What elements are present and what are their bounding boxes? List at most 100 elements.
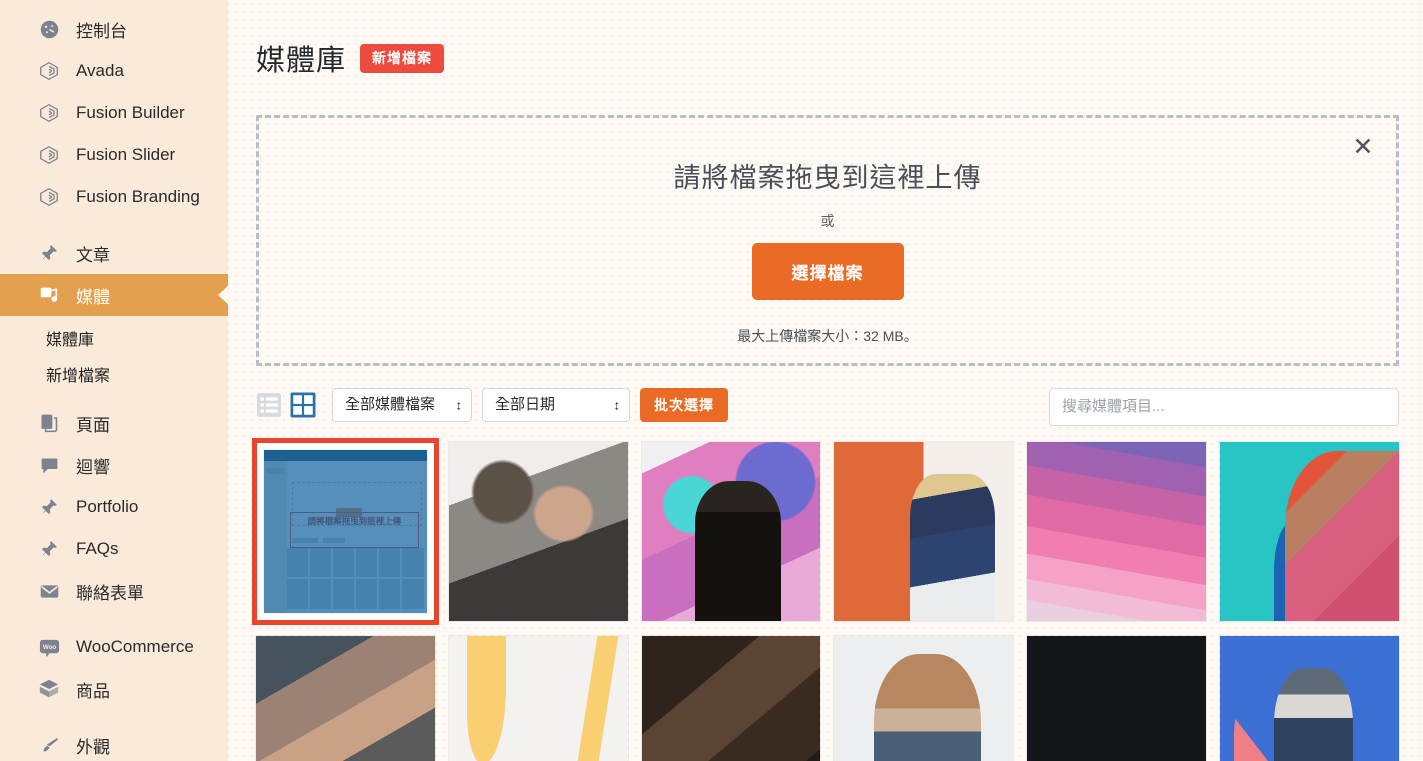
media-item[interactable] [1027, 635, 1207, 761]
page-header: 媒體庫 新增檔案 [256, 0, 1399, 115]
sidebar-divider [0, 218, 228, 232]
photo-art [256, 635, 435, 761]
sidebar-item-media[interactable]: 媒體 [0, 274, 228, 316]
submenu-item-add-new[interactable]: 新增檔案 [0, 356, 228, 392]
sidebar-item-woocommerce[interactable]: Woo WooCommerce [0, 626, 228, 668]
media-item[interactable] [448, 441, 628, 621]
media-item[interactable] [641, 635, 821, 761]
sidebar-item-fusion-slider[interactable]: Fusion Slider [0, 134, 228, 176]
admin-sidebar: 控制台 Avada Fusion Builder Fusion Slider F [0, 0, 228, 761]
photo-art [641, 635, 821, 761]
sidebar-item-fusion-branding[interactable]: Fusion Branding [0, 176, 228, 218]
date-filter-wrap: 全部日期 [482, 387, 630, 422]
svg-text:Woo: Woo [42, 643, 56, 650]
pin-icon [36, 494, 62, 520]
avada-icon [36, 142, 62, 168]
media-thumbnail [641, 635, 821, 761]
media-thumbnail [448, 441, 628, 621]
photo-art [1027, 635, 1207, 761]
pin-icon [36, 536, 62, 562]
sidebar-item-label: Fusion Slider [76, 145, 176, 164]
sidebar-item-contact-form[interactable]: 聯絡表單 [0, 570, 228, 612]
sidebar-item-label: 媒體 [76, 287, 110, 307]
media-item[interactable] [1220, 635, 1399, 761]
sidebar-item-label: FAQs [76, 539, 119, 558]
sidebar-item-label: 商品 [76, 681, 110, 701]
sidebar-item-fusion-builder[interactable]: Fusion Builder [0, 92, 228, 134]
sidebar-item-portfolio[interactable]: Portfolio [0, 486, 228, 528]
media-submenu: 媒體庫 新增檔案 [0, 316, 228, 402]
avada-icon [36, 184, 62, 210]
media-item[interactable] [834, 635, 1014, 761]
sidebar-item-dashboard[interactable]: 控制台 [0, 8, 228, 50]
sidebar-item-appearance[interactable]: 外觀 [0, 724, 228, 761]
pages-icon [36, 410, 62, 436]
comment-icon [36, 452, 62, 478]
bulk-select-button[interactable]: 批次選擇 [640, 387, 728, 422]
search-input[interactable] [1049, 387, 1399, 426]
sidebar-item-pages[interactable]: 頁面 [0, 402, 228, 444]
woo-icon: Woo [36, 634, 62, 660]
media-type-filter[interactable]: 全部媒體檔案 [332, 387, 472, 422]
list-view-icon[interactable] [256, 392, 282, 418]
photo-art [1220, 635, 1399, 761]
media-item[interactable] [1027, 441, 1207, 621]
sidebar-item-label: 聯絡表單 [76, 583, 144, 603]
sidebar-item-label: 迴響 [76, 457, 110, 477]
grid-view-icon[interactable] [290, 392, 316, 418]
media-thumbnail [256, 635, 435, 761]
media-thumbnail: 請將檔案拖曳到這裡上傳 [264, 449, 427, 613]
media-item[interactable] [448, 635, 628, 761]
sidebar-item-label: 文章 [76, 245, 110, 265]
submenu-item-library[interactable]: 媒體庫 [0, 320, 228, 356]
media-thumbnail [448, 635, 628, 761]
media-item[interactable] [1220, 441, 1399, 621]
photo-art [834, 635, 1014, 761]
screenshot-thumbnail-art: 請將檔案拖曳到這裡上傳 [264, 449, 427, 613]
sidebar-item-label: Fusion Builder [76, 103, 185, 122]
max-upload-size-note: 最大上傳檔案大小：32 MB。 [737, 327, 918, 344]
close-icon[interactable]: ✕ [1348, 132, 1378, 162]
sidebar-item-comments[interactable]: 迴響 [0, 444, 228, 486]
sidebar-item-faqs[interactable]: FAQs [0, 528, 228, 570]
media-item[interactable] [641, 441, 821, 621]
dashboard-icon [36, 16, 62, 42]
product-box-icon [36, 676, 62, 702]
sidebar-item-products[interactable]: 商品 [0, 668, 228, 710]
sidebar-item-label: Fusion Branding [76, 187, 200, 206]
select-files-button[interactable]: 選擇檔案 [751, 242, 904, 300]
add-new-file-button[interactable]: 新增檔案 [360, 43, 445, 73]
photo-art [448, 441, 628, 621]
photo-art [641, 441, 821, 621]
dropzone-title: 請將檔案拖曳到這裡上傳 [673, 162, 982, 193]
thumbnail-overlay-text: 請將檔案拖曳到這裡上傳 [307, 515, 402, 526]
photo-art [834, 441, 1014, 621]
photo-art [1027, 441, 1207, 621]
sidebar-item-avada[interactable]: Avada [0, 50, 228, 92]
media-thumbnail [1220, 441, 1399, 621]
media-item[interactable] [834, 441, 1014, 621]
sidebar-item-label: WooCommerce [76, 637, 194, 656]
sidebar-item-posts[interactable]: 文章 [0, 232, 228, 274]
avada-icon [36, 100, 62, 126]
photo-art [1220, 441, 1399, 621]
media-thumbnail [834, 635, 1014, 761]
sidebar-item-label: Portfolio [76, 497, 139, 516]
media-thumbnail [1220, 635, 1399, 761]
date-filter[interactable]: 全部日期 [482, 387, 630, 422]
admin-screen: 控制台 Avada Fusion Builder Fusion Slider F [0, 0, 1423, 761]
sidebar-divider [0, 612, 228, 626]
view-switcher [256, 392, 316, 418]
upload-dropzone[interactable]: ✕ 請將檔案拖曳到這裡上傳 或 選擇檔案 最大上傳檔案大小：32 MB。 [256, 114, 1399, 366]
media-thumbnail [641, 441, 821, 621]
envelope-icon [36, 578, 62, 604]
media-item[interactable] [256, 635, 435, 761]
avada-icon [36, 58, 62, 84]
media-icon [36, 282, 62, 308]
dropzone-or-label: 或 [820, 212, 835, 229]
page-title: 媒體庫 [256, 45, 347, 78]
main-content: 媒體庫 新增檔案 ✕ 請將檔案拖曳到這裡上傳 或 選擇檔案 最大上傳檔案大小：3… [228, 0, 1423, 761]
media-type-filter-wrap: 全部媒體檔案 [332, 387, 472, 422]
sidebar-item-label: 控制台 [76, 21, 127, 41]
media-item-selected[interactable]: 請將檔案拖曳到這裡上傳 [252, 437, 439, 625]
